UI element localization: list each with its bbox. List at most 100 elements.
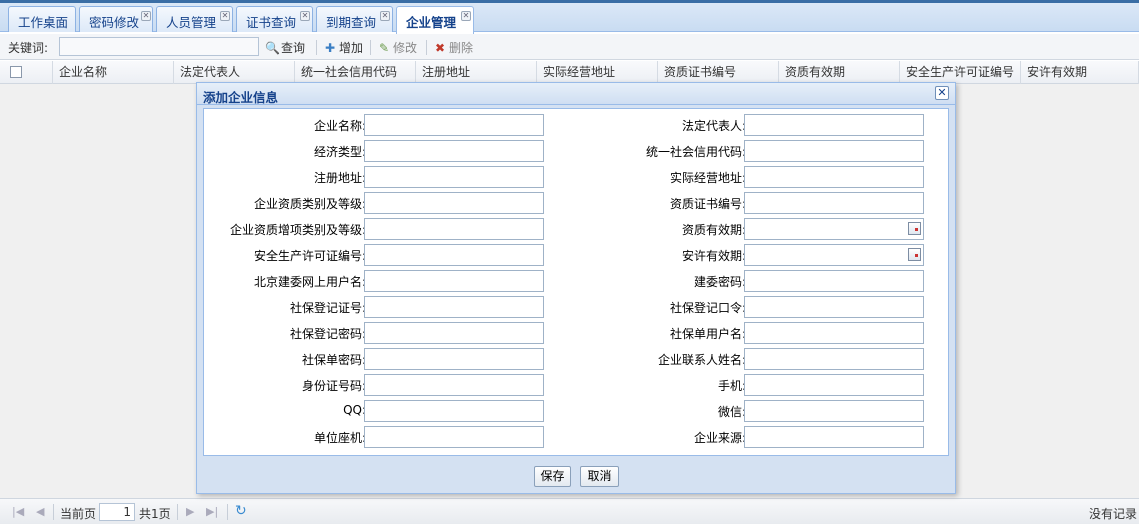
search-button-label: 查询 (281, 41, 306, 55)
field-label: 建委密码: (693, 275, 746, 289)
tab-enterprise-management[interactable]: 企业管理 ✕ (396, 6, 474, 34)
form-input[interactable] (364, 348, 544, 370)
tab-workbench[interactable]: 工作桌面 (8, 6, 76, 32)
form-input[interactable] (744, 270, 924, 292)
form-row: 社保单密码: 企业联系人姓名: (204, 348, 948, 370)
keyword-input[interactable] (59, 37, 259, 56)
grid-column-header[interactable]: 注册地址 (416, 61, 537, 84)
close-icon[interactable]: ✕ (461, 11, 471, 21)
tab-label: 企业管理 (406, 15, 457, 30)
dialog-header: 添加企业信息 ✕ (197, 83, 955, 105)
field-label: 社保登记密码: (289, 327, 366, 341)
field-label: 社保单用户名: (669, 327, 746, 341)
total-pages-label: 共1页 (139, 507, 171, 521)
close-icon[interactable]: ✕ (300, 11, 310, 21)
close-icon[interactable]: ✕ (935, 86, 949, 100)
cancel-button[interactable]: 取消 (580, 466, 619, 487)
pager-separator (177, 504, 178, 520)
form-input[interactable] (744, 140, 924, 162)
field-label: 安许有效期: (681, 249, 746, 263)
form-input[interactable] (364, 166, 544, 188)
field-label: 北京建委网上用户名: (253, 275, 366, 289)
form-input[interactable] (364, 270, 544, 292)
first-page-icon[interactable]: |◀ (12, 505, 24, 518)
next-page-icon[interactable]: ▶ (186, 505, 194, 518)
form-input[interactable] (364, 140, 544, 162)
calendar-icon[interactable] (908, 248, 921, 261)
grid-column-header[interactable]: 企业名称 (53, 61, 174, 84)
field-label: QQ: (343, 403, 366, 417)
tab-personnel[interactable]: 人员管理 ✕ (156, 6, 233, 32)
form-input[interactable] (364, 218, 544, 240)
close-icon[interactable]: ✕ (141, 11, 151, 21)
form-row: QQ: 微信: (204, 400, 948, 422)
form-input[interactable] (744, 426, 924, 448)
delete-button[interactable]: ✖ 删除 (433, 39, 473, 56)
tab-certificate-query[interactable]: 证书查询 ✕ (236, 6, 313, 32)
form-input[interactable] (364, 244, 544, 266)
form-input[interactable] (364, 374, 544, 396)
pager-separator (53, 504, 54, 520)
field-label: 经济类型: (313, 145, 366, 159)
form-input[interactable] (744, 322, 924, 344)
form-input[interactable] (364, 114, 544, 136)
form-input[interactable] (364, 400, 544, 422)
form-row: 企业资质类别及等级: 资质证书编号: (204, 192, 948, 214)
refresh-icon[interactable]: ↻ (235, 503, 247, 519)
form-input[interactable] (744, 400, 924, 422)
form-input[interactable] (744, 374, 924, 396)
field-label: 社保登记口令: (669, 301, 746, 315)
close-icon[interactable]: ✕ (380, 11, 390, 21)
delete-button-label: 删除 (449, 41, 474, 55)
tab-label: 到期查询 (326, 15, 377, 30)
grid-column-header[interactable]: 实际经营地址 (537, 61, 658, 84)
date-input[interactable] (744, 244, 924, 266)
delete-icon: ✖ (434, 41, 446, 55)
form-row: 单位座机: 企业来源: (204, 426, 948, 448)
field-label: 企业名称: (313, 119, 366, 133)
prev-page-icon[interactable]: ◀ (36, 505, 44, 518)
toolbar-separator (370, 40, 371, 55)
grid-column-header[interactable]: 安许有效期 (1021, 61, 1139, 84)
toolbar-separator (316, 40, 317, 55)
grid-column-header[interactable]: 安全生产许可证编号 (900, 61, 1021, 84)
tab-expiry-query[interactable]: 到期查询 ✕ (316, 6, 393, 32)
calendar-icon[interactable] (908, 222, 921, 235)
grid-column-header[interactable]: 资质有效期 (779, 61, 900, 84)
edit-button-label: 修改 (393, 41, 418, 55)
tab-label: 密码修改 (89, 15, 140, 30)
tab-password-change[interactable]: 密码修改 ✕ (79, 6, 153, 32)
form-input[interactable] (744, 348, 924, 370)
form-input[interactable] (364, 426, 544, 448)
edit-button[interactable]: ✎ 修改 (377, 39, 417, 56)
field-label: 企业来源: (693, 431, 746, 445)
form-input[interactable] (364, 296, 544, 318)
form-input[interactable] (744, 166, 924, 188)
search-button[interactable]: 🔍查询 (265, 39, 305, 56)
form-input[interactable] (364, 322, 544, 344)
keyword-label: 关键词: (8, 41, 49, 55)
form-input[interactable] (364, 192, 544, 214)
save-button[interactable]: 保存 (534, 466, 571, 487)
tab-label: 人员管理 (166, 15, 217, 30)
grid-column-header[interactable]: 法定代表人 (174, 61, 295, 84)
field-label: 微信: (717, 405, 746, 419)
field-label: 社保登记证号: (289, 301, 366, 315)
last-page-icon[interactable]: ▶| (206, 505, 218, 518)
add-button[interactable]: ✚ 增加 (323, 39, 363, 56)
tab-label: 证书查询 (246, 15, 297, 30)
form-row: 安全生产许可证编号: 安许有效期: (204, 244, 948, 266)
page-number-input[interactable]: 1 (99, 503, 135, 521)
form-input[interactable] (744, 192, 924, 214)
pager-status: 没有记录 (1089, 507, 1138, 521)
grid-column-header[interactable]: 统一社会信用代码 (295, 61, 416, 84)
close-icon[interactable]: ✕ (220, 11, 230, 21)
dialog-title: 添加企业信息 (203, 90, 279, 105)
grid-column-header[interactable]: 资质证书编号 (658, 61, 779, 84)
select-all-checkbox[interactable] (10, 66, 22, 78)
form-input[interactable] (744, 114, 924, 136)
form-input[interactable] (744, 296, 924, 318)
date-input[interactable] (744, 218, 924, 240)
search-icon: 🔍 (265, 41, 280, 55)
form-row: 北京建委网上用户名: 建委密码: (204, 270, 948, 292)
